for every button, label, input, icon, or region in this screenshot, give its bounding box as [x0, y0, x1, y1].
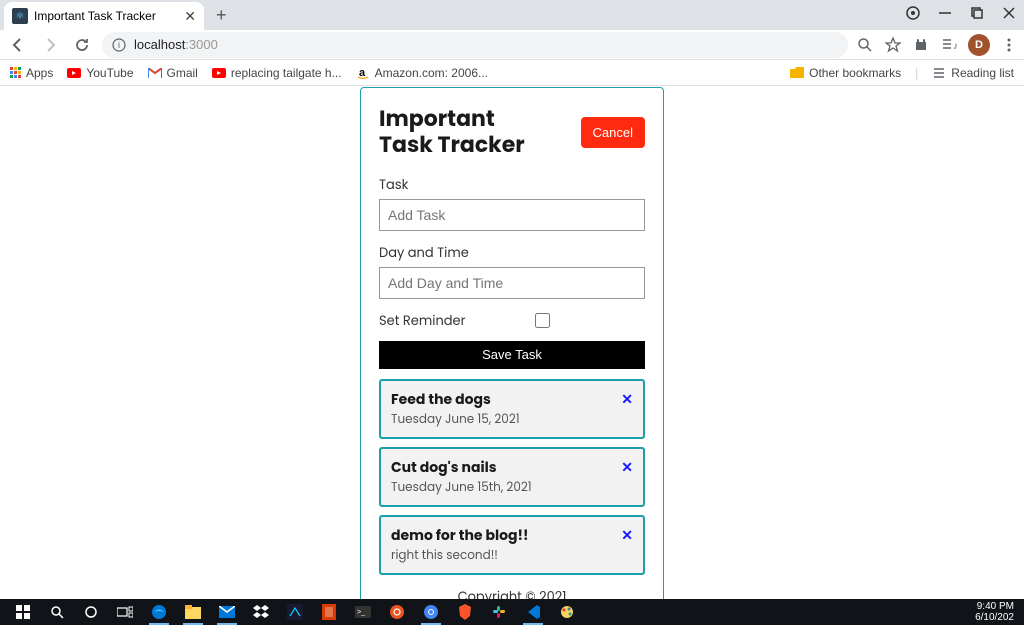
back-button[interactable]: [6, 33, 30, 57]
search-icon[interactable]: [45, 602, 69, 622]
other-bookmarks[interactable]: Other bookmarks: [790, 66, 901, 80]
browser-tab-bar: ⚛ Important Task Tracker ✕ +: [0, 0, 1024, 30]
chrome-icon[interactable]: [419, 602, 443, 622]
explorer-icon[interactable]: [181, 602, 205, 622]
bookmark-label: replacing tailgate h...: [231, 66, 342, 80]
extensions-icon[interactable]: [912, 36, 930, 54]
reminder-checkbox[interactable]: [535, 313, 550, 328]
amazon-icon: a: [356, 66, 370, 80]
taskview-icon[interactable]: [113, 602, 137, 622]
bookmark-label: Other bookmarks: [809, 66, 901, 80]
amazon-bookmark[interactable]: a Amazon.com: 2006...: [356, 66, 488, 80]
bookmark-label: Amazon.com: 2006...: [375, 66, 488, 80]
folder-icon: [790, 66, 804, 80]
browser-tab[interactable]: ⚛ Important Task Tracker ✕: [4, 2, 204, 30]
page-viewport: Important Task Tracker Cancel Task Day a…: [0, 86, 1024, 599]
predator-icon[interactable]: [283, 602, 307, 622]
task-name: Cut dog's nails: [391, 457, 633, 478]
task-name: Feed the dogs: [391, 389, 633, 410]
save-task-button[interactable]: Save Task: [379, 341, 645, 369]
svg-text:>_: >_: [357, 609, 365, 616]
reminder-label: Set Reminder: [379, 311, 465, 331]
youtube-bookmark[interactable]: YouTube: [67, 66, 133, 80]
start-icon[interactable]: [11, 602, 35, 622]
cortana-icon[interactable]: [79, 602, 103, 622]
brave-icon[interactable]: [453, 602, 477, 622]
reading-list-icon[interactable]: ♪: [940, 36, 958, 54]
tab-title: Important Task Tracker: [34, 9, 178, 23]
task-name: demo for the blog!!: [391, 525, 633, 546]
reading-list-folder-icon: [932, 66, 946, 80]
profile-avatar[interactable]: D: [968, 34, 990, 56]
apps-grid-icon: [10, 67, 21, 78]
youtube-icon: [212, 66, 226, 80]
minimize-icon[interactable]: [936, 4, 954, 22]
task-item: demo for the blog!! right this second!! …: [379, 515, 645, 575]
react-favicon-icon: ⚛: [12, 8, 28, 24]
task-date: right this second!!: [391, 547, 633, 565]
svg-text:♪: ♪: [953, 41, 957, 52]
gmail-icon: [148, 66, 162, 80]
new-tab-button[interactable]: +: [216, 5, 227, 30]
paint-icon[interactable]: [555, 602, 579, 622]
delete-task-icon[interactable]: ✕: [621, 457, 633, 478]
reading-list-bookmark[interactable]: Reading list: [932, 66, 1014, 80]
task-tracker-card: Important Task Tracker Cancel Task Day a…: [360, 87, 664, 599]
zoom-icon[interactable]: [856, 36, 874, 54]
maximize-icon[interactable]: [968, 4, 986, 22]
daytime-label: Day and Time: [379, 243, 645, 263]
office-icon[interactable]: [317, 602, 341, 622]
url-host: localhost: [134, 37, 185, 52]
ubuntu-icon[interactable]: [385, 602, 409, 622]
daytime-input[interactable]: [379, 267, 645, 299]
terminal-icon[interactable]: >_: [351, 602, 375, 622]
cancel-button[interactable]: Cancel: [581, 117, 645, 148]
task-item: Feed the dogs Tuesday June 15, 2021 ✕: [379, 379, 645, 439]
system-tray[interactable]: 9:40 PM 6/10/202: [975, 601, 1018, 623]
bookmark-label: Gmail: [167, 66, 198, 80]
star-icon[interactable]: [884, 36, 902, 54]
gmail-bookmark[interactable]: Gmail: [148, 66, 198, 80]
app-title: Important Task Tracker: [379, 106, 549, 159]
clock-date: 6/10/202: [975, 612, 1014, 623]
tab-close-icon[interactable]: ✕: [184, 8, 196, 25]
youtube-icon: [67, 66, 81, 80]
windows-taskbar: >_ 9:40 PM 6/10/202: [0, 599, 1024, 625]
bookmarks-bar: Apps YouTube Gmail replacing tailgate h.…: [0, 60, 1024, 86]
clock-time: 9:40 PM: [975, 601, 1014, 612]
bookmark-label: Apps: [26, 66, 53, 80]
task-input[interactable]: [379, 199, 645, 231]
delete-task-icon[interactable]: ✕: [621, 525, 633, 546]
slack-icon[interactable]: [487, 602, 511, 622]
vscode-icon[interactable]: [521, 602, 545, 622]
info-icon: i: [112, 38, 126, 52]
svg-text:i: i: [118, 40, 120, 50]
bookmark-label: Reading list: [951, 66, 1014, 80]
url-path: :3000: [185, 37, 218, 52]
task-item: Cut dog's nails Tuesday June 15th, 2021 …: [379, 447, 645, 507]
forward-button[interactable]: [38, 33, 62, 57]
reload-button[interactable]: [70, 33, 94, 57]
svg-text:a: a: [359, 67, 366, 79]
address-bar[interactable]: i localhost:3000: [102, 32, 848, 58]
edge-icon[interactable]: [147, 602, 171, 622]
browser-toolbar: i localhost:3000 ♪ D: [0, 30, 1024, 60]
task-date: Tuesday June 15th, 2021: [391, 479, 633, 497]
task-date: Tuesday June 15, 2021: [391, 411, 633, 429]
delete-task-icon[interactable]: ✕: [621, 389, 633, 410]
apps-bookmark[interactable]: Apps: [10, 66, 53, 80]
mail-icon[interactable]: [215, 602, 239, 622]
copyright: Copyright © 2021: [379, 587, 645, 599]
bookmark-label: YouTube: [86, 66, 133, 80]
close-icon[interactable]: [1000, 4, 1018, 22]
replacing-bookmark[interactable]: replacing tailgate h...: [212, 66, 342, 80]
menu-icon[interactable]: [1000, 36, 1018, 54]
dropbox-icon[interactable]: [249, 602, 273, 622]
account-icon[interactable]: [904, 4, 922, 22]
task-label: Task: [379, 175, 645, 195]
